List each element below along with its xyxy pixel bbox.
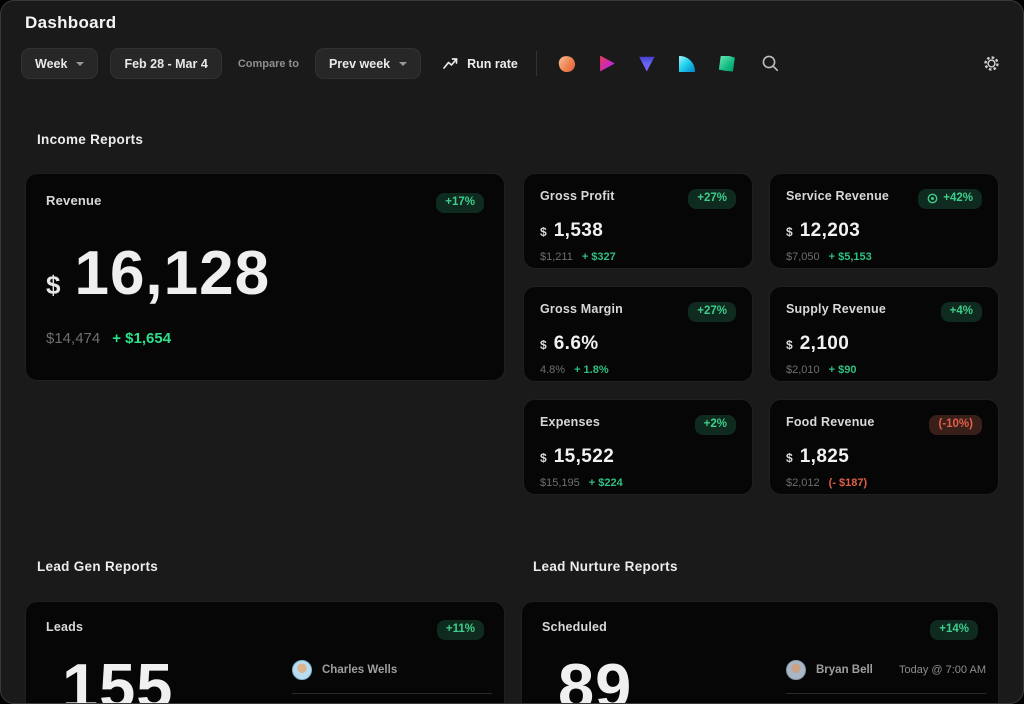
trend-badge: +42%	[918, 189, 982, 209]
trend-badge: +11%	[437, 620, 484, 640]
currency-symbol: $	[540, 338, 547, 352]
avatar	[292, 660, 312, 680]
card-value: 89	[558, 654, 632, 704]
delta-value: + $224	[589, 477, 623, 489]
card-label: Supply Revenue	[786, 302, 886, 316]
expenses-card[interactable]: Expenses +2% $ 15,522 $15,195 + $224	[523, 399, 753, 495]
scheduled-list: Bryan Bell Today @ 7:00 AM	[786, 660, 986, 694]
scheduled-card[interactable]: Scheduled +14% 89 Bryan Bell Today @ 7:0…	[521, 601, 999, 704]
delta-value: + 1.8%	[574, 364, 609, 376]
avatar	[786, 660, 806, 680]
service-revenue-card[interactable]: Service Revenue +42% $ 12,203 $7,050 + $…	[769, 173, 999, 269]
green-layers-icon[interactable]	[719, 56, 735, 72]
currency-symbol: $	[786, 338, 793, 352]
previous-value: 4.8%	[540, 364, 565, 376]
trend-badge: (-10%)	[929, 415, 982, 435]
previous-value: $1,211	[540, 251, 573, 263]
indigo-funnel-icon[interactable]	[639, 56, 655, 72]
previous-value: $2,012	[786, 477, 820, 489]
toolbar-divider	[536, 51, 537, 76]
compare-to-label: Compare to	[238, 58, 299, 70]
card-value: 16,128	[74, 238, 270, 309]
previous-value: $2,010	[786, 364, 820, 376]
compare-select-label: Prev week	[329, 57, 390, 71]
scheduled-time: Today @ 7:00 AM	[899, 664, 986, 676]
integration-icons	[559, 56, 735, 72]
delta-value: + $327	[582, 251, 616, 263]
dashboard-window: Dashboard Week Feb 28 - Mar 4 Compare to…	[0, 0, 1024, 704]
card-label: Revenue	[46, 193, 102, 208]
date-range-button[interactable]: Feb 28 - Mar 4	[110, 48, 221, 79]
run-rate-button[interactable]: Run rate	[443, 57, 518, 71]
trend-badge: +4%	[941, 302, 982, 322]
supply-revenue-card[interactable]: Supply Revenue +4% $ 2,100 $2,010 + $90	[769, 286, 999, 382]
card-label: Leads	[46, 620, 83, 634]
leads-card[interactable]: Leads +11% 155 Charles Wells	[25, 601, 505, 704]
card-label: Food Revenue	[786, 415, 875, 429]
card-label: Gross Profit	[540, 189, 615, 203]
food-revenue-card[interactable]: Food Revenue (-10%) $ 1,825 $2,012 (- $1…	[769, 399, 999, 495]
period-select[interactable]: Week	[21, 48, 98, 79]
period-select-label: Week	[35, 57, 67, 71]
delta-value: + $90	[829, 364, 857, 376]
trend-badge: +2%	[695, 415, 736, 435]
lead-name: Bryan Bell	[816, 664, 873, 676]
gear-icon	[982, 54, 1001, 73]
list-item[interactable]: Charles Wells	[292, 660, 492, 694]
currency-symbol: $	[786, 451, 793, 465]
gross-margin-card[interactable]: Gross Margin +27% $ 6.6% 4.8% + 1.8%	[523, 286, 753, 382]
previous-value: $14,474	[46, 330, 100, 347]
trend-badge: +17%	[436, 193, 484, 213]
trend-badge: +27%	[688, 302, 736, 322]
medal-icon	[927, 193, 938, 204]
list-item[interactable]: Bryan Bell Today @ 7:00 AM	[786, 660, 986, 694]
card-label: Scheduled	[542, 620, 607, 634]
gross-profit-card[interactable]: Gross Profit +27% $ 1,538 $1,211 + $327	[523, 173, 753, 269]
card-label: Service Revenue	[786, 189, 889, 203]
chevron-down-icon	[76, 62, 84, 66]
delta-value: + $1,654	[112, 330, 171, 347]
lead-name: Charles Wells	[322, 664, 397, 676]
currency-symbol: $	[540, 225, 547, 239]
card-value: 15,522	[554, 446, 615, 468]
card-value: 12,203	[800, 220, 861, 242]
page-title: Dashboard	[25, 13, 117, 33]
orange-blob-icon[interactable]	[557, 54, 576, 73]
trending-up-icon	[443, 57, 459, 70]
date-range-label: Feb 28 - Mar 4	[124, 57, 207, 71]
trend-badge: +27%	[688, 189, 736, 209]
delta-value: + $5,153	[829, 251, 872, 263]
cyan-quarter-pie-icon[interactable]	[679, 56, 695, 72]
card-value: 2,100	[800, 333, 850, 355]
compare-select[interactable]: Prev week	[315, 48, 421, 79]
card-value: 6.6%	[554, 333, 599, 355]
card-value: 1,538	[554, 220, 604, 242]
settings-button[interactable]	[982, 54, 1001, 73]
run-rate-label: Run rate	[467, 57, 518, 71]
lead-nurture-section-title: Lead Nurture Reports	[533, 559, 678, 574]
trend-badge: +14%	[930, 620, 978, 640]
currency-symbol: $	[786, 225, 793, 239]
currency-symbol: $	[46, 270, 60, 301]
card-label: Expenses	[540, 415, 600, 429]
card-value: 1,825	[800, 446, 850, 468]
previous-value: $7,050	[786, 251, 820, 263]
income-section-title: Income Reports	[37, 132, 143, 147]
leads-list: Charles Wells	[292, 660, 492, 694]
magenta-play-icon[interactable]	[599, 56, 615, 72]
delta-value: (- $187)	[829, 477, 868, 489]
card-label: Gross Margin	[540, 302, 623, 316]
toolbar: Week Feb 28 - Mar 4 Compare to Prev week…	[21, 48, 1001, 79]
currency-symbol: $	[540, 451, 547, 465]
search-button[interactable]	[761, 54, 780, 73]
trend-badge-value: +42%	[943, 193, 973, 205]
chevron-down-icon	[399, 62, 407, 66]
revenue-card[interactable]: Revenue +17% $ 16,128 $14,474 + $1,654	[25, 173, 505, 381]
lead-gen-section-title: Lead Gen Reports	[37, 559, 158, 574]
search-icon	[761, 54, 780, 73]
previous-value: $15,195	[540, 477, 580, 489]
card-value: 155	[62, 654, 173, 704]
